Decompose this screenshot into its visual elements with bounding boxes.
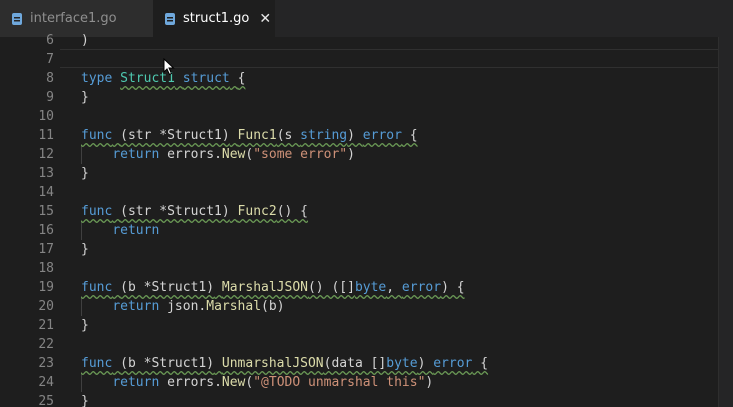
function-name: Func2 — [237, 204, 277, 219]
paren: ) — [347, 147, 355, 162]
line-number: 25 — [38, 394, 54, 407]
code-area[interactable]: ) type Struct1 struct { } func (str *Str… — [81, 33, 733, 407]
line-number: 10 — [38, 109, 54, 124]
line-number: 23 — [38, 356, 54, 371]
brace: { — [401, 128, 418, 143]
code-line-12: return errors.New("some error") — [81, 145, 355, 164]
package-ref: errors. — [159, 147, 222, 162]
code-line-15: func (str *Struct1) Func2() { — [81, 202, 308, 221]
line-number: 21 — [38, 318, 54, 333]
string-literal: "some error" — [253, 147, 348, 162]
line-number: 8 — [46, 71, 54, 86]
code-line-16: return — [81, 221, 159, 240]
receiver: (str *Struct1) — [120, 204, 230, 219]
function-name: UnmarshalJSON — [221, 356, 324, 371]
code-line-24: return errors.New("@TODO unmarshal this"… — [81, 373, 433, 392]
line-number: 9 — [46, 90, 54, 105]
keyword: func — [81, 204, 113, 219]
code-line-6: ) — [81, 33, 89, 48]
code-line-9: } — [81, 90, 89, 105]
params: () { — [276, 204, 308, 219]
line-number: 16 — [38, 223, 54, 238]
params: (s — [276, 128, 301, 143]
tab-label: interface1.go — [30, 11, 117, 26]
args: (b) — [261, 299, 285, 314]
code-line-21: } — [81, 318, 89, 333]
line-number: 6 — [46, 33, 54, 48]
type-keyword: byte — [354, 280, 387, 295]
function-call: Marshal — [206, 299, 262, 314]
keyword: struct — [182, 71, 230, 86]
line-number: 24 — [38, 375, 54, 390]
receiver: (b *Struct1) — [120, 280, 215, 295]
keyword: func — [81, 356, 113, 371]
line-number: 22 — [38, 337, 54, 352]
line-number: 7 — [46, 52, 54, 67]
keyword: func — [81, 128, 113, 143]
go-file-icon — [165, 12, 175, 25]
keyword: func — [81, 280, 113, 295]
tab-struct1-go[interactable]: struct1.go ✕ — [153, 0, 275, 37]
params: () ([] — [307, 280, 355, 295]
code-line-20: return json.Marshal(b) — [81, 297, 285, 316]
paren: ) — [425, 375, 434, 390]
keyword: type — [81, 71, 113, 86]
brace: { — [237, 71, 246, 86]
function-call: New — [221, 147, 246, 162]
code-line-23: func (b *Struct1) UnmarshalJSON(data []b… — [81, 354, 488, 373]
function-call: New — [221, 375, 246, 390]
keyword: return — [112, 375, 160, 390]
type-keyword: string — [300, 128, 348, 143]
comma: , — [386, 280, 402, 295]
line-number: 12 — [38, 147, 54, 162]
code-line-11: func (str *Struct1) Func1(s string) erro… — [81, 126, 418, 145]
return-type: error — [433, 356, 473, 371]
package-ref: errors. — [159, 375, 222, 390]
receiver: (str *Struct1) — [120, 128, 230, 143]
code-line-19: func (b *Struct1) MarshalJSON() ([]byte,… — [81, 278, 465, 297]
code-editor: interface1.go struct1.go ✕ 6 7 8 9 10 11… — [0, 0, 733, 407]
string-literal: "@TODO unmarshal this" — [253, 375, 426, 390]
line-number: 13 — [38, 166, 54, 181]
line-number: 14 — [38, 185, 54, 200]
brace: { — [472, 356, 489, 371]
keyword: return — [112, 223, 160, 238]
code-line-17: } — [81, 242, 89, 257]
return-type: error — [362, 128, 402, 143]
line-number: 19 — [38, 280, 54, 295]
line-number: 11 — [38, 128, 54, 143]
function-name: MarshalJSON — [221, 280, 308, 295]
line-number: 17 — [38, 242, 54, 257]
close-tab-icon[interactable]: ✕ — [259, 11, 271, 27]
keyword: return — [112, 299, 160, 314]
params-close: ) — [347, 128, 363, 143]
line-number: 18 — [38, 261, 54, 276]
keyword: return — [112, 147, 160, 162]
function-name: Func1 — [237, 128, 277, 143]
type-keyword: byte — [386, 356, 418, 371]
package-ref: json. — [159, 299, 207, 314]
code-line-13: } — [81, 166, 89, 181]
tab-label: struct1.go — [183, 11, 250, 26]
tab-bar: interface1.go struct1.go ✕ — [0, 0, 733, 37]
line-number: 20 — [38, 299, 54, 314]
return-type: error — [401, 280, 442, 295]
receiver: (b *Struct1) — [120, 356, 215, 371]
line-number: 15 — [38, 204, 54, 219]
code-line-25: } — [81, 394, 89, 407]
vertical-scrollbar[interactable] — [718, 37, 733, 407]
params-close: ) — [417, 356, 434, 371]
params: (data [] — [323, 356, 387, 371]
line-number-gutter: 6 7 8 9 10 11 12 13 14 15 16 17 18 19 20… — [0, 33, 60, 407]
go-file-icon — [12, 12, 22, 25]
brace: ) { — [441, 280, 465, 295]
